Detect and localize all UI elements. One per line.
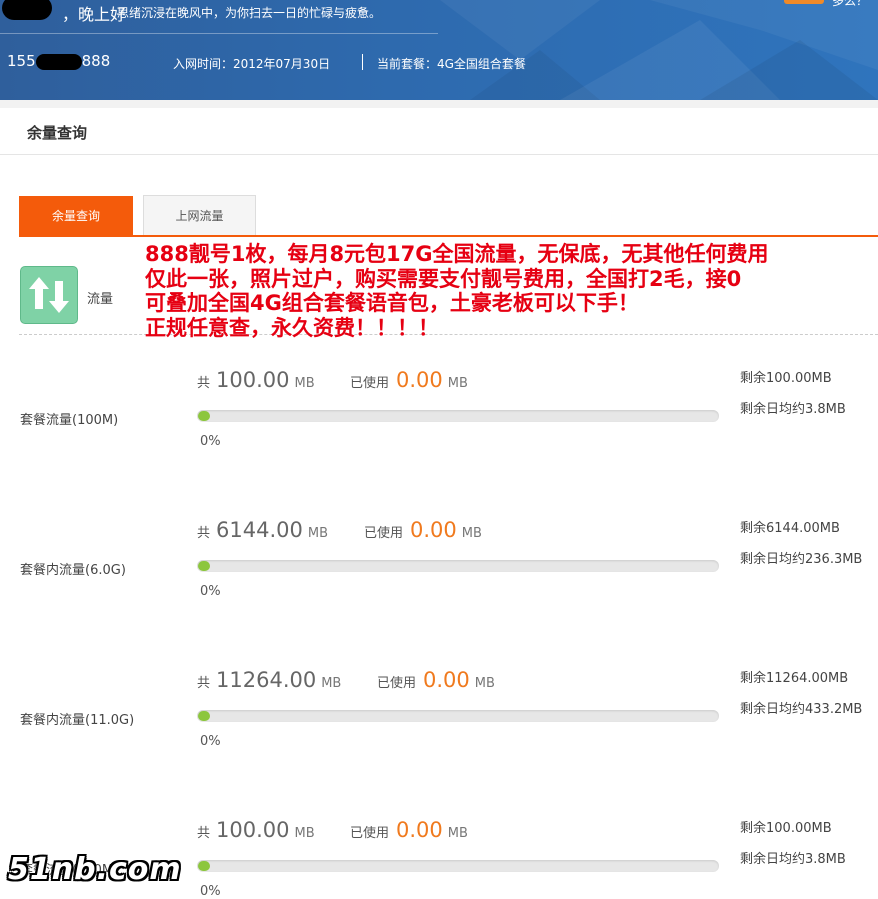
used-value: 0.00 [396,818,443,842]
used-label: 已使用 [364,526,404,541]
daily-average: 剩余日均约433.2MB [740,702,863,717]
redacted-phone-mask [35,53,82,70]
total-unit: MB [307,526,328,541]
total-amount: 共 100.00 MB [197,368,315,392]
remaining-amount: 剩余11264.00MB [740,671,849,686]
progress-percent: 0% [200,884,221,899]
plan-name: 套餐内流量(6.0G) [20,563,126,578]
progress-percent: 0% [200,584,221,599]
total-unit: MB [321,676,342,691]
total-label: 共 [197,526,211,541]
greeting-subtext: 思绪沉浸在晚风中，为你扫去一日的忙碌与疲惫。 [117,6,382,20]
used-amount: 已使用 0.00 MB [350,368,468,392]
used-value: 0.00 [396,368,443,392]
total-unit: MB [294,826,315,841]
progress-fill [198,561,210,571]
daily-average: 剩余日均约3.8MB [740,852,846,867]
category-label: 流量 [87,292,114,307]
remaining-amount: 剩余6144.00MB [740,521,840,536]
ad-line: 可叠加全国4G组合套餐语音包，土豪老板可以下手！ [145,291,639,315]
header-separator [362,54,363,70]
progress-fill [198,861,210,871]
phone-suffix: 888 [81,52,111,70]
phone-prefix: 155 [7,52,36,70]
progress-fill [198,411,210,421]
used-label: 已使用 [350,826,390,841]
total-value: 100.00 [216,368,290,392]
remaining-amount: 剩余100.00MB [740,821,832,836]
used-unit: MB [474,676,495,691]
header-top-right-link[interactable]: 多么？ [832,0,868,9]
header-badge[interactable] [784,0,824,4]
total-unit: MB [294,376,315,391]
used-unit: MB [461,526,482,541]
tab-balance-query[interactable]: 余量查询 [19,196,133,236]
daily-average: 剩余日均约236.3MB [740,552,863,567]
tab-data-usage[interactable]: 上网流量 [143,195,256,236]
total-amount: 共 100.00 MB [197,818,315,842]
redacted-name-mask [2,0,52,20]
used-amount: 已使用 0.00 MB [377,668,495,692]
used-value: 0.00 [423,668,470,692]
plan-name: 套餐流量(100M) [20,413,119,428]
ad-line: 正规任意查，永久资费！！！！ [145,315,439,340]
progress-bar [197,710,719,722]
watermark-logo: 51nb.com [8,852,182,887]
total-amount: 共 11264.00 MB [197,668,341,692]
progress-percent: 0% [200,434,221,449]
used-label: 已使用 [377,676,417,691]
used-label: 已使用 [350,376,390,391]
used-amount: 已使用 0.00 MB [350,818,468,842]
current-plan: 当前套餐：4G全国组合套餐 [377,57,526,71]
total-label: 共 [197,676,211,691]
join-date: 入网时间：2012年07月30日 [173,57,331,71]
ad-overlay-text: 888靓号1枚，每月8元包17G全国流量，无保底，无其他任何费用 仅此一张，照片… [145,242,769,340]
account-header: ，晚上好 思绪沉浸在晚风中，为你扫去一日的忙碌与疲惫。 155 888 入网时间：… [0,0,878,100]
progress-percent: 0% [200,734,221,749]
total-label: 共 [197,376,211,391]
used-amount: 已使用 0.00 MB [364,518,482,542]
progress-bar [197,410,719,422]
tab-underline [19,235,878,237]
total-value: 100.00 [216,818,290,842]
remaining-amount: 剩余100.00MB [740,371,832,386]
progress-bar [197,560,719,572]
section-bar [0,100,878,155]
total-amount: 共 6144.00 MB [197,518,328,542]
total-label: 共 [197,826,211,841]
phone-number: 155 888 [7,52,110,70]
progress-bar [197,860,719,872]
total-value: 11264.00 [216,668,317,692]
used-unit: MB [447,826,468,841]
ad-line: 888靓号1枚，每月8元包17G全国流量，无保底，无其他任何费用 [145,242,769,266]
used-value: 0.00 [410,518,457,542]
up-down-arrows-icon [20,266,78,324]
daily-average: 剩余日均约3.8MB [740,402,846,417]
header-divider [0,33,438,34]
page-title: 余量查询 [27,124,88,142]
total-value: 6144.00 [216,518,303,542]
plan-name: 套餐内流量(11.0G) [20,713,135,728]
ad-line: 仅此一张，照片过户，购买需要支付靓号费用，全国打2毛，接0 [145,266,742,291]
used-unit: MB [447,376,468,391]
progress-fill [198,711,210,721]
